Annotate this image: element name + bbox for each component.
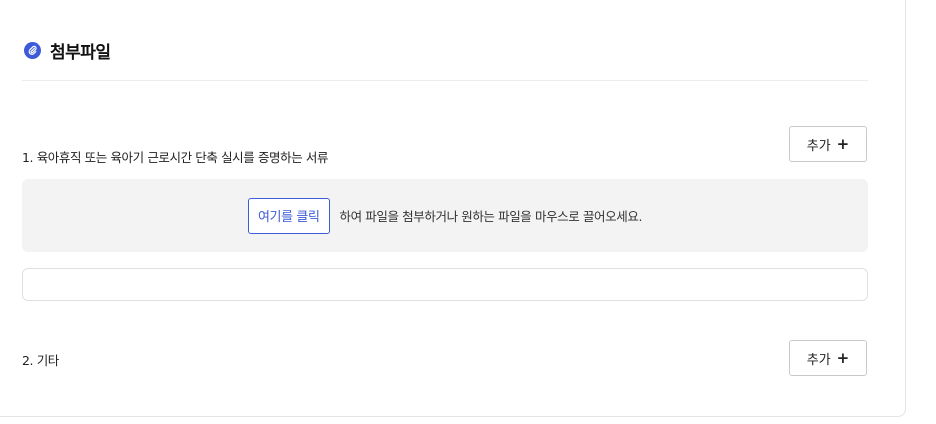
paperclip-icon — [24, 42, 41, 59]
dropzone-instruction: 하여 파일을 첨부하거나 원하는 파일을 마우스로 끌어오세요. — [339, 209, 643, 224]
file-dropzone[interactable]: 여기를 클릭 하여 파일을 첨부하거나 원하는 파일을 마우스로 끌어오세요. — [22, 179, 868, 252]
item-label-other: 2. 기타 — [22, 353, 59, 368]
section-title: 첨부파일 — [50, 43, 111, 63]
attached-file-list — [22, 268, 868, 301]
plus-icon: + — [836, 348, 850, 367]
plus-icon: + — [836, 134, 850, 153]
divider — [22, 80, 868, 81]
add-button-label: 추가 — [806, 138, 831, 154]
add-other-button[interactable]: 추가 + — [789, 340, 867, 376]
item-label-proof-document: 1. 육아휴직 또는 육아기 근로시간 단축 실시를 증명하는 서류 — [22, 150, 329, 165]
add-proof-document-button[interactable]: 추가 + — [789, 126, 867, 162]
attachments-panel: 첨부파일 1. 육아휴직 또는 육아기 근로시간 단축 실시를 증명하는 서류 … — [0, 0, 906, 417]
add-button-label: 추가 — [806, 352, 831, 368]
section-header: 첨부파일 — [24, 38, 111, 63]
click-to-upload-button[interactable]: 여기를 클릭 — [247, 197, 330, 234]
